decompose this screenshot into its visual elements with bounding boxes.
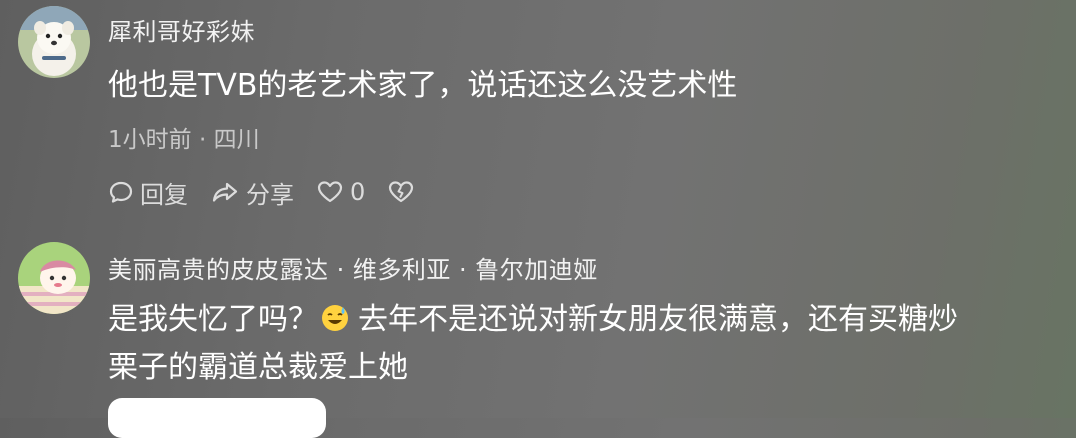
comment-meta: 1小时前 · 四川: [108, 127, 260, 153]
reply-label: 回复: [140, 180, 188, 209]
white-dog-avatar-icon: [18, 6, 90, 78]
reply-input-box[interactable]: [108, 398, 326, 438]
comment-text-line: 栗子的霸道总裁爱上她: [108, 350, 408, 385]
share-label: 分享: [246, 180, 294, 209]
comment-item: 美丽高贵的皮皮露达 · 维多利亚 · 鲁尔加迪娅 是我失忆了吗？ 去年不是还说对…: [0, 228, 1076, 418]
comment-text: 是我失忆了吗？ 去年不是还说对新女朋友很满意，还有买糖炒 栗子的霸道总裁爱上她: [108, 296, 958, 392]
username[interactable]: 美丽高贵的皮皮露达 · 维多利亚 · 鲁尔加迪娅: [108, 250, 598, 285]
comment-text-segment: 去年不是还说对新女朋友很满意，还有买糖炒: [358, 302, 958, 337]
share-button[interactable]: 分享: [210, 175, 294, 210]
user-avatar[interactable]: [18, 6, 90, 78]
comment-text-line: 是我失忆了吗？ 去年不是还说对新女朋友很满意，还有买糖炒: [108, 296, 958, 344]
like-count: 0: [350, 178, 366, 206]
like-button[interactable]: 0: [316, 178, 365, 206]
comment-item: 犀利哥好彩妹 他也是TVB的老艺术家了，说话还这么没艺术性 1小时前 · 四川 …: [0, 0, 1076, 215]
broken-heart-icon: [389, 181, 414, 203]
cartoon-avatar-icon: [18, 242, 90, 314]
sweat-smile-emoji-icon: [322, 304, 348, 331]
dislike-button[interactable]: [387, 179, 421, 205]
comment-text: 他也是TVB的老艺术家了，说话还这么没艺术性: [108, 68, 738, 103]
comment-actions: 回复 分享 0: [108, 174, 443, 210]
heart-icon: [317, 181, 343, 203]
share-icon: [212, 182, 238, 202]
comment-text-segment: 是我失忆了吗？: [108, 302, 318, 337]
username[interactable]: 犀利哥好彩妹: [108, 12, 255, 47]
reply-icon: [109, 181, 133, 203]
user-avatar[interactable]: [18, 242, 90, 314]
reply-button[interactable]: 回复: [108, 175, 188, 210]
